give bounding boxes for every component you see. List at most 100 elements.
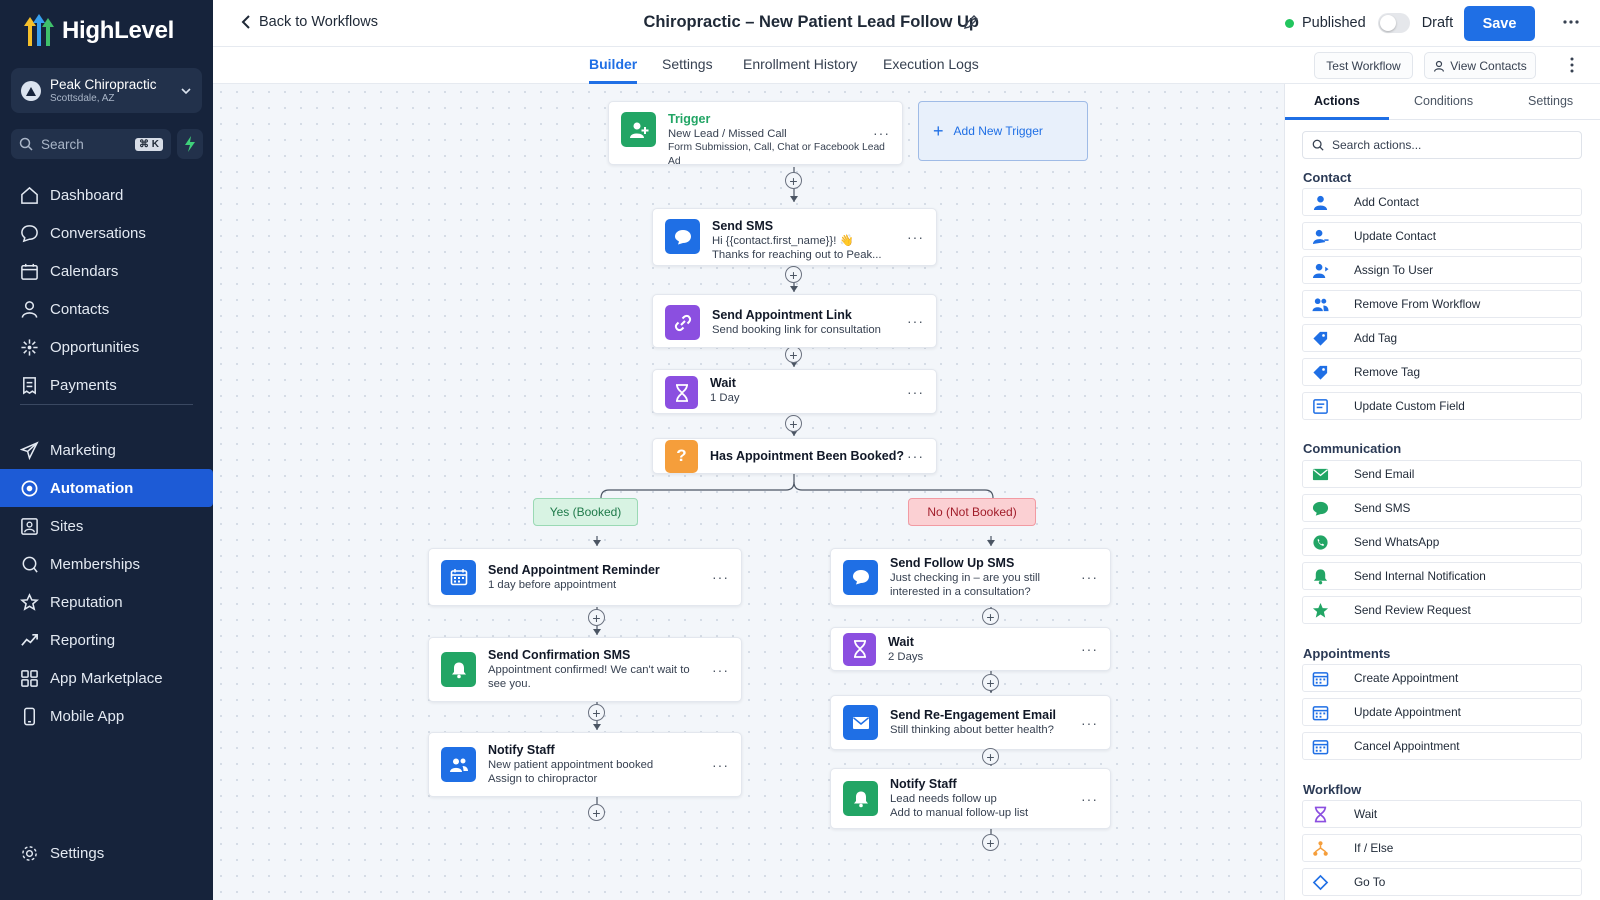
sidebar-item-reporting[interactable]: Reporting bbox=[0, 621, 213, 659]
node-more-button[interactable]: ··· bbox=[1081, 791, 1098, 807]
step-wait-2-days[interactable]: Wait 2 Days ··· bbox=[830, 627, 1111, 671]
action-remove-tag[interactable]: Remove Tag bbox=[1302, 358, 1582, 386]
node-more-button[interactable]: ··· bbox=[712, 662, 729, 678]
step-line: interested in a consultation? bbox=[890, 585, 1031, 598]
action-send-email[interactable]: Send Email bbox=[1302, 460, 1582, 488]
search-placeholder: Search bbox=[41, 136, 84, 152]
action-update-custom-field[interactable]: Update Custom Field bbox=[1302, 392, 1582, 420]
add-step-button[interactable]: + bbox=[785, 346, 802, 363]
sidebar-item-mobile-app[interactable]: Mobile App bbox=[0, 697, 213, 735]
step-condition-appointment-booked[interactable]: ? Has Appointment Been Booked? ··· bbox=[652, 438, 937, 474]
test-workflow-button[interactable]: Test Workflow bbox=[1314, 52, 1413, 79]
panel-tab-settings[interactable]: Settings bbox=[1528, 94, 1573, 108]
action-add-contact[interactable]: Add Contact bbox=[1302, 188, 1582, 216]
step-send-appointment-link[interactable]: Send Appointment Link Send booking link … bbox=[652, 294, 937, 348]
trigger-node[interactable]: Trigger New Lead / Missed Call Form Subm… bbox=[608, 101, 903, 167]
account-switcher[interactable]: Peak Chiropractic Scottsdale, AZ bbox=[11, 68, 202, 113]
node-more-button[interactable]: ··· bbox=[1081, 641, 1098, 657]
step-send-sms[interactable]: Send SMS Hi {{contact.first_name}}! 👋 Th… bbox=[652, 208, 937, 266]
tab-settings[interactable]: Settings bbox=[662, 56, 713, 84]
sidebar-item-reputation[interactable]: Reputation bbox=[0, 583, 213, 621]
action-send-sms[interactable]: Send SMS bbox=[1302, 494, 1582, 522]
node-more-button[interactable]: ··· bbox=[907, 384, 924, 400]
action-label: Remove From Workflow bbox=[1354, 297, 1481, 311]
sidebar-item-app-marketplace[interactable]: App Marketplace bbox=[0, 659, 213, 697]
action-remove-from-workflow[interactable]: Remove From Workflow bbox=[1302, 290, 1582, 318]
sidebar-item-automation[interactable]: Automation bbox=[0, 469, 213, 507]
node-more-button[interactable]: ··· bbox=[907, 448, 924, 464]
add-step-button[interactable]: + bbox=[588, 804, 605, 821]
workflow-canvas[interactable]: Trigger New Lead / Missed Call Form Subm… bbox=[213, 84, 1284, 900]
node-more-button[interactable]: ··· bbox=[907, 229, 924, 245]
brand-logo[interactable]: HighLevel bbox=[22, 14, 174, 48]
action-send-review-request[interactable]: Send Review Request bbox=[1302, 596, 1582, 624]
step-send-follow-up-sms[interactable]: Send Follow Up SMS Just checking in – ar… bbox=[830, 548, 1111, 606]
add-step-button[interactable]: + bbox=[982, 608, 999, 625]
sidebar-item-settings[interactable]: Settings bbox=[0, 834, 213, 872]
sidebar-item-contacts[interactable]: Contacts bbox=[0, 290, 213, 328]
action-create-appointment[interactable]: Create Appointment bbox=[1302, 664, 1582, 692]
action-send-internal-notification[interactable]: Send Internal Notification bbox=[1302, 562, 1582, 590]
action-cancel-appointment[interactable]: Cancel Appointment bbox=[1302, 732, 1582, 760]
step-send-appointment-reminder[interactable]: Send Appointment Reminder 1 day before a… bbox=[428, 548, 742, 606]
branch-yes-label[interactable]: Yes (Booked) bbox=[533, 498, 638, 526]
action-go-to[interactable]: Go To bbox=[1302, 868, 1582, 896]
add-step-button[interactable]: + bbox=[982, 834, 999, 851]
sidebar-item-memberships[interactable]: Memberships bbox=[0, 545, 213, 583]
add-step-button[interactable]: + bbox=[982, 748, 999, 765]
action-assign-to-user[interactable]: Assign To User bbox=[1302, 256, 1582, 284]
quick-action-button[interactable] bbox=[177, 129, 203, 159]
tab-builder[interactable]: Builder bbox=[589, 56, 638, 84]
more-horizontal-icon[interactable] bbox=[1562, 13, 1580, 31]
sidebar-item-marketing[interactable]: Marketing bbox=[0, 431, 213, 469]
step-send-re-engagement-email[interactable]: Send Re-Engagement Email Still thinking … bbox=[830, 695, 1111, 750]
action-add-tag[interactable]: Add Tag bbox=[1302, 324, 1582, 352]
action-update-contact[interactable]: Update Contact bbox=[1302, 222, 1582, 250]
sidebar-item-opportunities[interactable]: Opportunities bbox=[0, 328, 213, 366]
more-vertical-icon[interactable] bbox=[1565, 56, 1579, 74]
pencil-icon[interactable] bbox=[963, 14, 979, 30]
sidebar-item-dashboard[interactable]: Dashboard bbox=[0, 176, 213, 214]
add-step-button[interactable]: + bbox=[785, 266, 802, 283]
node-more-button[interactable]: ··· bbox=[712, 569, 729, 585]
phone-icon bbox=[23, 707, 36, 725]
action-update-appointment[interactable]: Update Appointment bbox=[1302, 698, 1582, 726]
step-wait[interactable]: Wait 1 Day ··· bbox=[652, 369, 937, 414]
sidebar-item-calendars[interactable]: Calendars bbox=[0, 252, 213, 290]
sidebar-search[interactable]: Search ⌘ K bbox=[11, 129, 171, 159]
add-step-button[interactable]: + bbox=[785, 172, 802, 189]
node-more-button[interactable]: ··· bbox=[1081, 569, 1098, 585]
add-new-trigger-button[interactable]: + Add New Trigger bbox=[918, 101, 1088, 161]
sidebar-item-payments[interactable]: Payments bbox=[0, 366, 213, 404]
step-title: Wait bbox=[710, 376, 736, 390]
actions-search-input[interactable]: Search actions... bbox=[1302, 131, 1582, 159]
step-send-confirmation-sms[interactable]: Send Confirmation SMS Appointment confir… bbox=[428, 637, 742, 702]
hourglass-icon bbox=[1314, 806, 1327, 822]
node-more-button[interactable]: ··· bbox=[873, 125, 890, 141]
tab-execution-logs[interactable]: Execution Logs bbox=[883, 56, 979, 84]
panel-tab-conditions[interactable]: Conditions bbox=[1414, 94, 1473, 108]
goto-icon bbox=[1312, 874, 1329, 890]
add-step-button[interactable]: + bbox=[785, 415, 802, 432]
step-notify-staff-no[interactable]: Notify Staff Lead needs follow up Add to… bbox=[830, 768, 1111, 829]
publish-toggle[interactable] bbox=[1377, 13, 1410, 33]
sidebar-item-conversations[interactable]: Conversations bbox=[0, 214, 213, 252]
users-icon bbox=[449, 758, 468, 772]
action-send-whatsapp[interactable]: Send WhatsApp bbox=[1302, 528, 1582, 556]
add-step-button[interactable]: + bbox=[588, 704, 605, 721]
node-more-button[interactable]: ··· bbox=[712, 757, 729, 773]
view-contacts-button[interactable]: View Contacts bbox=[1424, 52, 1536, 79]
action-wait[interactable]: Wait bbox=[1302, 800, 1582, 828]
add-step-button[interactable]: + bbox=[588, 609, 605, 626]
node-more-button[interactable]: ··· bbox=[907, 313, 924, 329]
sidebar-item-sites[interactable]: Sites bbox=[0, 507, 213, 545]
branch-no-label[interactable]: No (Not Booked) bbox=[908, 498, 1036, 526]
add-step-button[interactable]: + bbox=[982, 674, 999, 691]
calendar-icon bbox=[1312, 739, 1329, 754]
panel-tab-actions[interactable]: Actions bbox=[1314, 94, 1360, 108]
step-notify-staff-yes[interactable]: Notify Staff New patient appointment boo… bbox=[428, 732, 742, 797]
node-more-button[interactable]: ··· bbox=[1081, 715, 1098, 731]
tab-enrollment-history[interactable]: Enrollment History bbox=[743, 56, 857, 84]
save-button[interactable]: Save bbox=[1464, 6, 1535, 41]
action-if-else[interactable]: If / Else bbox=[1302, 834, 1582, 862]
